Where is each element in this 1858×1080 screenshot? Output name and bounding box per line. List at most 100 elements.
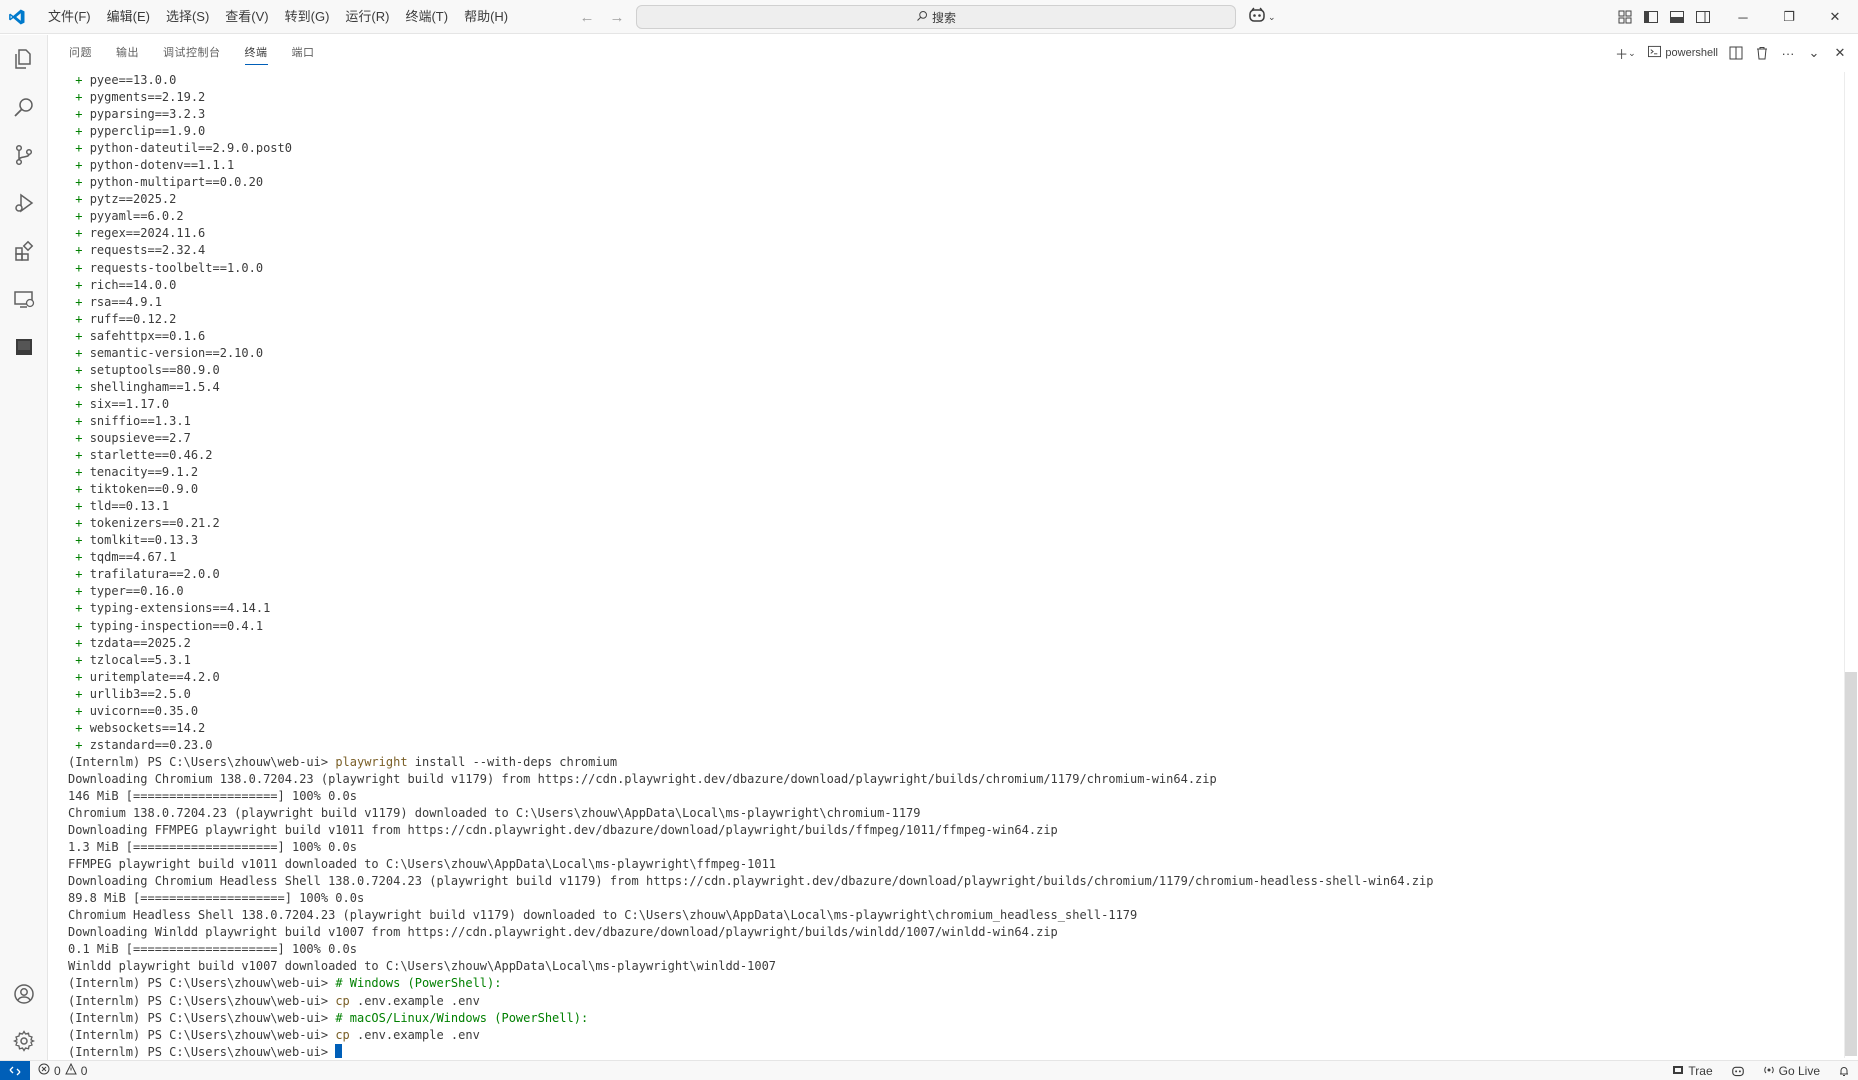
- command-center-search[interactable]: 搜索: [636, 5, 1236, 29]
- search-icon: [916, 10, 928, 25]
- terminal-instance[interactable]: powershell: [1648, 45, 1718, 61]
- package-entry: rsa==4.9.1: [89, 294, 162, 309]
- package-entry: uvicorn==0.35.0: [89, 703, 199, 718]
- close-icon[interactable]: ✕: [1812, 0, 1858, 34]
- menu-item[interactable]: 运行(R): [337, 4, 397, 30]
- split-terminal-icon[interactable]: [1728, 45, 1744, 61]
- package-plus-marker: +: [68, 737, 90, 752]
- panel-tab[interactable]: 问题: [57, 35, 104, 71]
- package-entry: python-dateutil==2.9.0.post0: [89, 141, 292, 156]
- notifications-bell-icon[interactable]: [1838, 1065, 1850, 1077]
- package-entry: six==1.17.0: [89, 396, 170, 411]
- panel-tab[interactable]: 输出: [104, 35, 151, 71]
- menu-item[interactable]: 编辑(E): [99, 4, 158, 30]
- package-plus-marker: +: [68, 277, 90, 292]
- panel-tab[interactable]: 调试控制台: [151, 35, 233, 71]
- error-icon: [38, 1063, 50, 1078]
- problems-indicator[interactable]: 0 0: [38, 1062, 87, 1078]
- package-entry: typing-extensions==4.14.1: [89, 601, 271, 616]
- customize-layout-icon[interactable]: [1616, 8, 1634, 26]
- copilot-status-icon[interactable]: [1731, 1065, 1745, 1077]
- new-terminal-icon[interactable]: ＋ ⌄: [1612, 45, 1638, 62]
- menu-bar: 文件(F) 编辑(E) 选择(S) 查看(V) 转到(G) 运行(R) 终端(T) 帮助(H): [40, 0, 516, 34]
- terminal-line: + ruff==0.12.2: [68, 311, 1838, 328]
- menu-item[interactable]: 终端(T): [397, 4, 456, 30]
- package-entry: python-multipart==0.0.20: [89, 175, 264, 190]
- package-plus-marker: +: [68, 652, 90, 667]
- trae-status[interactable]: Trae: [1672, 1064, 1713, 1079]
- terminal-line: (Internlm) PS C:\Users\zhouw\web-ui> # W…: [68, 975, 1838, 992]
- terminal-line: (Internlm) PS C:\Users\zhouw\web-ui> # m…: [68, 1010, 1838, 1027]
- close-panel-icon[interactable]: ✕: [1832, 45, 1848, 61]
- terminal-line: + tqdm==4.67.1: [68, 549, 1838, 566]
- remote-indicator-icon[interactable]: [0, 1060, 30, 1080]
- menu-item[interactable]: 转到(G): [277, 4, 338, 30]
- panel-tab[interactable]: 端口: [280, 35, 327, 71]
- package-plus-marker: +: [68, 601, 90, 616]
- menu-item[interactable]: 文件(F): [40, 4, 99, 30]
- package-plus-marker: +: [68, 379, 90, 394]
- terminal-line: + tenacity==9.1.2: [68, 464, 1838, 481]
- activity-bar: [0, 35, 48, 1060]
- minimize-icon[interactable]: ─: [1720, 0, 1766, 34]
- terminal-line: (Internlm) PS C:\Users\zhouw\web-ui> pla…: [68, 754, 1838, 771]
- package-plus-marker: +: [68, 703, 90, 718]
- terminal-output[interactable]: + pyee==13.0.0 + pygments==2.19.2 + pypa…: [68, 72, 1838, 1058]
- menu-item[interactable]: 帮助(H): [456, 4, 516, 30]
- powershell-icon: [1648, 45, 1662, 61]
- terminal-scrollbar-thumb[interactable]: [1845, 672, 1857, 1056]
- terminal-line: + zstandard==0.23.0: [68, 737, 1838, 754]
- panel-tab[interactable]: 终端: [233, 35, 280, 71]
- package-plus-marker: +: [68, 448, 90, 463]
- search-label: 搜索: [931, 10, 956, 25]
- more-actions-icon[interactable]: ···: [1780, 45, 1796, 61]
- terminal-line: + pygments==2.19.2: [68, 89, 1838, 106]
- accounts-icon[interactable]: [0, 970, 48, 1018]
- search-view-icon[interactable]: [0, 83, 48, 131]
- terminal-line: + tiktoken==0.9.0: [68, 481, 1838, 498]
- comment-text: # macOS/Linux/Windows (PowerShell):: [335, 1010, 589, 1025]
- menu-item[interactable]: 选择(S): [158, 4, 217, 30]
- package-plus-marker: +: [68, 618, 90, 633]
- package-plus-marker: +: [68, 243, 90, 258]
- source-control-icon[interactable]: [0, 131, 48, 179]
- terminal-line: 0.1 MiB [====================] 100% 0.0s: [68, 941, 1838, 958]
- menu-item[interactable]: 查看(V): [217, 4, 276, 30]
- terminal-line: + requests==2.32.4: [68, 242, 1838, 259]
- terminal-line: Downloading Winldd playwright build v100…: [68, 924, 1838, 941]
- copilot-button[interactable]: ⌄: [1248, 5, 1276, 29]
- terminal-line: + pyperclip==1.9.0: [68, 123, 1838, 140]
- package-entry: tzdata==2025.2: [89, 635, 191, 650]
- output-text: Downloading FFMPEG playwright build v101…: [68, 823, 1058, 838]
- package-entry: sniffio==1.3.1: [89, 413, 191, 428]
- manage-gear-icon[interactable]: [0, 1017, 48, 1065]
- toggle-secondary-sidebar-icon[interactable]: [1694, 8, 1712, 26]
- back-arrow-icon[interactable]: ←: [576, 6, 598, 28]
- terminal-line: + python-dateutil==2.9.0.post0: [68, 140, 1838, 157]
- toggle-primary-sidebar-icon[interactable]: [1642, 8, 1660, 26]
- extensions-icon[interactable]: [0, 227, 48, 275]
- package-plus-marker: +: [68, 107, 90, 122]
- run-debug-icon[interactable]: [0, 179, 48, 227]
- command-bin: cp: [335, 1027, 350, 1042]
- panel-tabs: 问题 输出 调试控制台 终端 端口: [57, 35, 327, 71]
- go-live-button[interactable]: Go Live: [1763, 1064, 1820, 1079]
- package-plus-marker: +: [68, 158, 90, 173]
- package-plus-marker: +: [68, 413, 90, 428]
- forward-arrow-icon[interactable]: →: [606, 6, 628, 28]
- terminal-line: + uritemplate==4.2.0: [68, 669, 1838, 686]
- package-entry: tomlkit==0.13.3: [89, 533, 199, 548]
- package-plus-marker: +: [68, 260, 90, 275]
- restore-icon[interactable]: ❐: [1766, 0, 1812, 34]
- kill-terminal-trash-icon[interactable]: [1754, 45, 1770, 61]
- package-entry: typing-inspection==0.4.1: [89, 618, 264, 633]
- remote-explorer-icon[interactable]: [0, 275, 48, 323]
- package-entry: pytz==2025.2: [89, 192, 177, 207]
- explorer-icon[interactable]: [0, 35, 48, 83]
- package-plus-marker: +: [68, 175, 90, 190]
- terminal-view-icon[interactable]: [0, 323, 48, 371]
- terminal-line: + six==1.17.0: [68, 396, 1838, 413]
- toggle-panel-icon[interactable]: [1668, 8, 1686, 26]
- prompt: (Internlm) PS C:\Users\zhouw\web-ui>: [68, 976, 336, 991]
- maximize-panel-chevron-icon[interactable]: ⌄: [1806, 45, 1822, 61]
